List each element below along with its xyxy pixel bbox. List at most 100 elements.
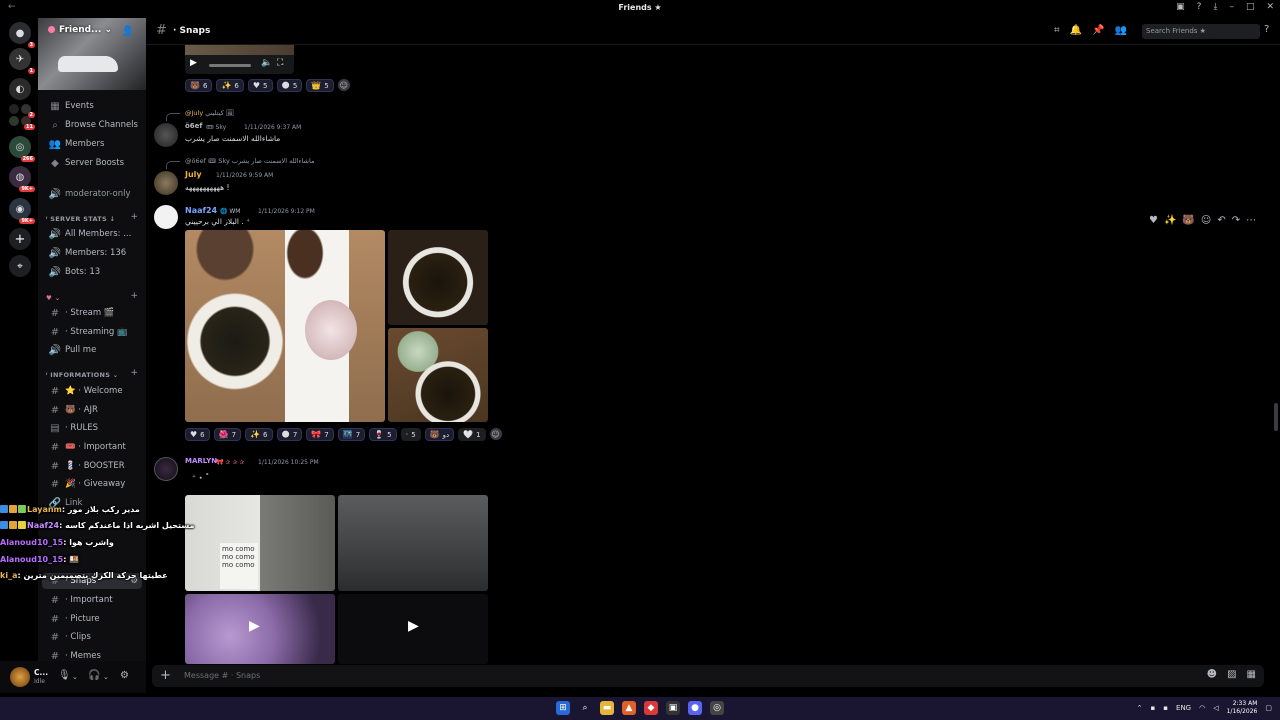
play-icon[interactable]: ▶ xyxy=(249,618,260,634)
category-server-stats[interactable]: ⁱ SERVER STATS ↓ xyxy=(46,215,115,223)
fullscreen-icon[interactable]: ⛶ xyxy=(277,58,283,68)
reply-preview[interactable]: @July كيتليني 🖼 xyxy=(185,109,234,117)
user-name[interactable]: C... xyxy=(34,668,48,677)
app-icon[interactable]: ◎ xyxy=(710,701,724,715)
discover-compass-icon[interactable]: ⌖ xyxy=(9,255,31,277)
gift-icon[interactable]: ☻ xyxy=(1207,669,1217,680)
server-icon-1[interactable]: ✈ 1 xyxy=(9,48,35,74)
photo-attachment[interactable] xyxy=(338,495,488,591)
server-icon-7[interactable]: ◎ 266 xyxy=(9,136,35,162)
server-icon-2[interactable]: ◐ xyxy=(9,78,31,100)
photo-attachment[interactable] xyxy=(388,230,488,325)
user-settings-gear-icon[interactable]: ⚙ xyxy=(120,670,129,681)
search-input[interactable]: Search Friends ★ xyxy=(1142,24,1260,39)
category-informations[interactable]: ⁱ INFORMATIONS ⌄ xyxy=(46,371,119,379)
photo-attachment[interactable] xyxy=(388,328,488,422)
sidebar-item-moderator-only[interactable]: 🔊 moderator-only xyxy=(48,186,131,202)
reaction[interactable]: ♥ 6 xyxy=(185,428,210,441)
download-icon[interactable]: ⤓ xyxy=(1213,2,1217,12)
sidebar-item-stream[interactable]: # · Stream 🎬 xyxy=(48,305,115,321)
discord-icon[interactable]: ● xyxy=(688,701,702,715)
chevron-up-icon[interactable]: ⌃ xyxy=(1137,704,1143,712)
sidebar-item-streaming[interactable]: # · Streaming 📺 xyxy=(48,324,128,340)
video-player[interactable]: ▶ 🔈 ⛶ xyxy=(185,45,294,74)
browser-icon[interactable]: ◆ xyxy=(644,701,658,715)
add-server-icon[interactable]: + xyxy=(9,228,31,250)
heart-reaction-icon[interactable]: ♥ xyxy=(1149,215,1158,226)
sidebar-item-browse-channels[interactable]: ⌕ Browse Channels xyxy=(48,117,138,133)
server-icon-3[interactable] xyxy=(9,104,19,114)
sidebar-item-memes[interactable]: # · Memes xyxy=(48,648,101,662)
reaction[interactable]: · 5 xyxy=(400,428,421,441)
maximize-button[interactable]: □ xyxy=(1246,2,1255,12)
server-banner[interactable]: Friend... ⌄ 👤 xyxy=(38,18,146,90)
reaction[interactable]: 🌃 7 xyxy=(337,428,366,441)
photo-attachment[interactable]: mo como mo como mo como xyxy=(185,495,335,591)
avatar[interactable] xyxy=(154,457,178,481)
avatar[interactable] xyxy=(10,667,30,687)
chevron-down-icon[interactable]: ⌄ xyxy=(72,673,78,681)
server-name[interactable]: Friend... ⌄ xyxy=(48,25,112,35)
photo-attachment[interactable] xyxy=(185,230,385,422)
threads-icon[interactable]: ⌗ xyxy=(1054,25,1060,36)
sidebar-item-clips[interactable]: # · Clips xyxy=(48,629,91,645)
video-attachment[interactable]: ▶ xyxy=(338,594,488,664)
sidebar-item-events[interactable]: ▦ Events xyxy=(48,98,94,114)
reply-preview[interactable]: @ö6ef 🎟 Sky ماشاءالله الاسمنت صار يشرب xyxy=(185,157,314,165)
notification-bell-icon[interactable]: 🔔 xyxy=(1070,25,1082,36)
sidebar-item-server-boosts[interactable]: ◆ Server Boosts xyxy=(48,155,124,171)
language-indicator[interactable]: ENG xyxy=(1176,704,1191,712)
app-icon[interactable]: ▣ xyxy=(666,701,680,715)
add-reaction-icon[interactable]: ☺ xyxy=(337,79,350,91)
sidebar-item-important-2[interactable]: # · Important xyxy=(48,592,113,608)
wifi-icon[interactable]: ◠ xyxy=(1199,704,1205,712)
invite-people-icon[interactable]: 👤 xyxy=(122,26,134,37)
avatar[interactable] xyxy=(154,171,178,195)
more-options-icon[interactable]: ⋯ xyxy=(1246,215,1256,226)
headphones-icon[interactable]: 🎧 xyxy=(88,670,100,681)
reaction[interactable]: 🐻 دو xyxy=(424,428,455,441)
reaction[interactable]: 🌑 5 xyxy=(276,79,303,92)
reaction[interactable]: ✨ 6 xyxy=(245,428,273,441)
reaction[interactable]: 🤍 1 xyxy=(458,428,486,441)
play-icon[interactable]: ▶ xyxy=(408,618,419,634)
message-author[interactable]: July xyxy=(185,170,202,179)
server-icon-9[interactable]: ◉ 9K+ xyxy=(9,198,35,224)
reaction[interactable]: ♥ 5 xyxy=(247,79,273,92)
minimize-button[interactable]: – xyxy=(1229,2,1234,12)
chevron-down-icon[interactable]: ⌄ xyxy=(103,673,109,681)
sidebar-item-pull-me[interactable]: 🔊 Pull me xyxy=(48,342,97,358)
server-icon-4[interactable]: 2 xyxy=(21,104,35,118)
search-icon[interactable]: ⌕ xyxy=(578,701,592,715)
message-author[interactable]: MARLYN xyxy=(185,457,217,465)
clock[interactable]: 2:33 AM 1/16/2026 xyxy=(1227,700,1258,716)
notification-icon[interactable]: ▢ xyxy=(1265,704,1272,712)
reaction[interactable]: 🎀 7 xyxy=(306,428,334,441)
message-author[interactable]: ö6ef xyxy=(185,122,202,130)
sidebar-item-link[interactable]: 🔗 Link xyxy=(48,495,83,511)
apps-icon[interactable]: ▦ xyxy=(1247,669,1256,680)
app-icon[interactable]: ▲ xyxy=(622,701,636,715)
volume-icon[interactable]: 🔈 xyxy=(261,58,272,68)
reaction[interactable]: 👑 5 xyxy=(306,79,334,92)
sidebar-item-rules[interactable]: ▤ · RULES xyxy=(48,420,98,436)
avatar[interactable] xyxy=(154,205,178,229)
reaction[interactable]: 🍷 5 xyxy=(369,428,397,441)
add-channel-icon[interactable]: + xyxy=(130,368,138,378)
help-icon[interactable]: ? xyxy=(1264,24,1269,35)
pin-icon[interactable]: 📌 xyxy=(1092,25,1104,36)
bear-reaction-icon[interactable]: 🐻 xyxy=(1182,215,1194,226)
reaction[interactable]: 🐻 6 xyxy=(185,79,213,92)
start-windows-icon[interactable]: ⊞ xyxy=(556,701,570,715)
sticker-icon[interactable]: ▨ xyxy=(1227,669,1236,680)
play-icon[interactable]: ▶ xyxy=(190,58,197,68)
video-progress[interactable] xyxy=(209,64,251,67)
home-discord-icon[interactable]: ● 3 xyxy=(9,22,35,48)
add-reaction-icon[interactable]: ☺ xyxy=(489,428,502,440)
video-attachment[interactable]: ▶ xyxy=(185,594,335,664)
close-button[interactable]: ✕ xyxy=(1266,2,1274,12)
server-icon-8[interactable]: ◍ 9K+ xyxy=(9,166,35,192)
sidebar-item-important[interactable]: # 🎟️ · Important xyxy=(48,439,126,455)
server-icon-6[interactable]: 11 xyxy=(21,116,35,130)
sidebar-item-snaps[interactable]: # · Snaps ⚙ xyxy=(42,573,142,589)
